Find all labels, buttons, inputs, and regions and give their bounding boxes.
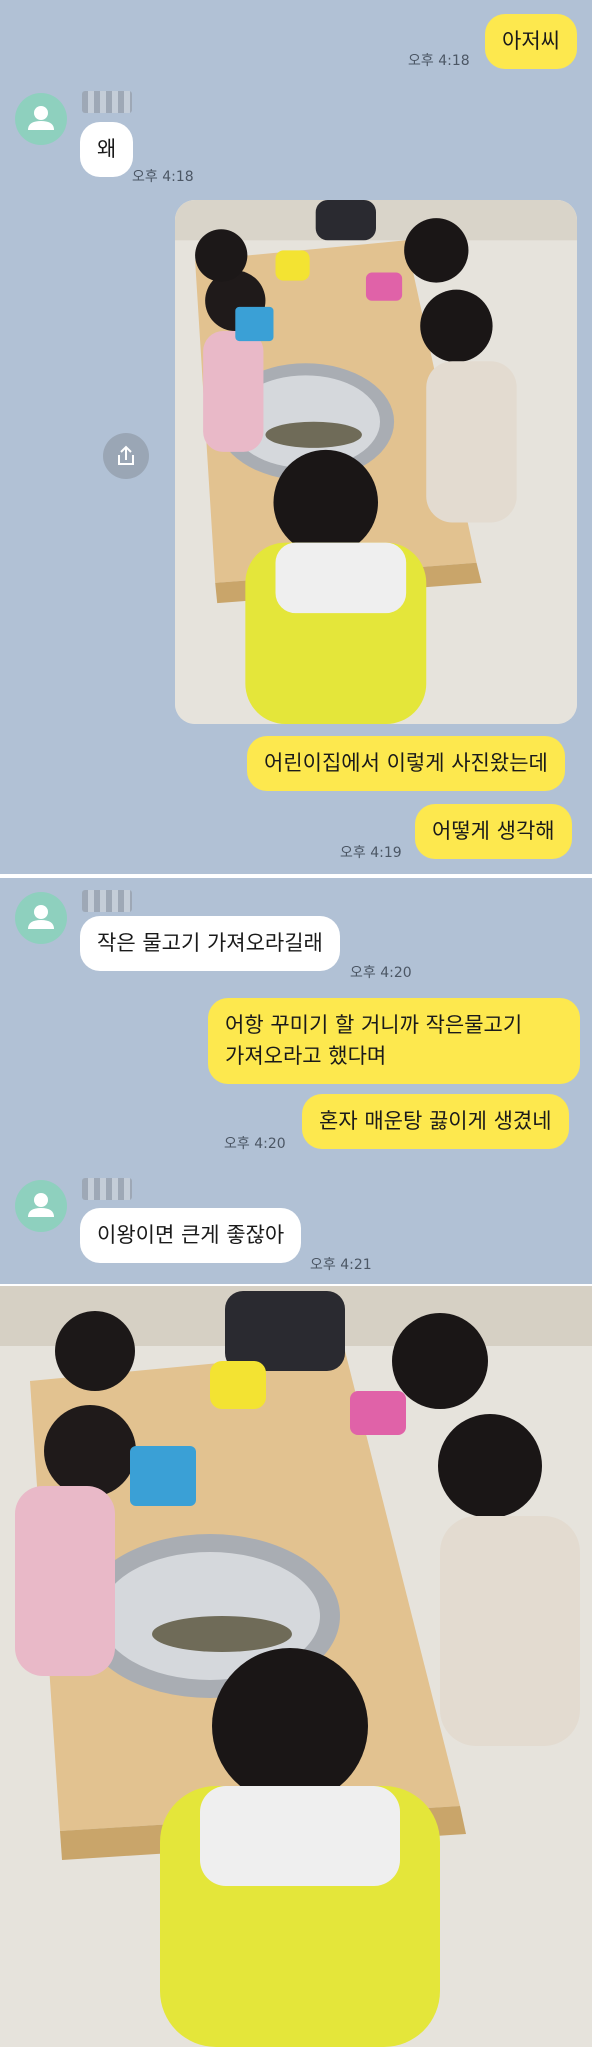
my-message-bubble[interactable]: 어떻게 생각해	[415, 804, 572, 859]
my-message-bubble[interactable]: 어린이집에서 이렇게 사진왔는데	[247, 736, 565, 791]
share-icon	[118, 445, 134, 465]
avatar[interactable]	[15, 1180, 67, 1232]
message-time: 오후 4:20	[350, 965, 412, 981]
my-message-bubble[interactable]: 혼자 매운탕 끓이게 생겼네	[302, 1094, 569, 1149]
avatar[interactable]	[15, 93, 67, 145]
message-time: 오후 4:21	[310, 1257, 372, 1273]
share-button[interactable]	[103, 433, 149, 479]
person-icon	[28, 905, 54, 929]
their-message-bubble[interactable]: 이왕이면 큰게 좋잖아	[80, 1208, 302, 1263]
avatar[interactable]	[15, 892, 67, 944]
message-time: 오후 4:19	[340, 845, 402, 861]
person-icon	[28, 106, 54, 130]
their-message-bubble[interactable]: 왜	[80, 122, 134, 177]
sender-name	[82, 890, 132, 912]
message-time: 오후 4:18	[408, 53, 470, 69]
my-message-bubble[interactable]: 아저씨	[485, 14, 577, 69]
chat-screen-2: 작은 물고기 가져오라길래 오후 4:20 어항 꾸미기 할 거니까 작은물고기…	[0, 878, 592, 1284]
sender-name	[82, 91, 132, 113]
enlarged-photo[interactable]	[0, 1286, 592, 2047]
classroom-photo-image	[0, 1286, 592, 2047]
message-time: 오후 4:20	[224, 1136, 286, 1152]
classroom-photo-image	[175, 200, 577, 724]
sender-name	[82, 1178, 132, 1200]
their-message-bubble[interactable]: 작은 물고기 가져오라길래	[80, 916, 340, 971]
message-time: 오후 4:18	[132, 169, 194, 185]
chat-screen-1: 오후 4:18 아저씨 왜 오후 4:18 어린이집에서 이렇게 사진왔는데 어…	[0, 0, 592, 874]
my-message-bubble[interactable]: 어항 꾸미기 할 거니까 작은물고기 가져오라고 했다며	[208, 998, 580, 1084]
person-icon	[28, 1193, 54, 1217]
shared-photo[interactable]	[175, 200, 577, 724]
